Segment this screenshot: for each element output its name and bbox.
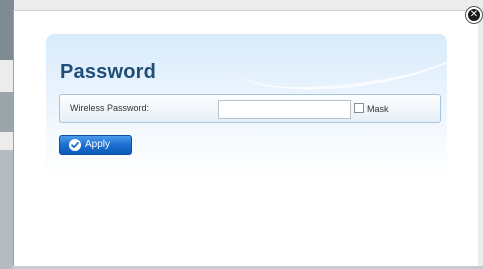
apply-button[interactable]: Apply [59, 135, 132, 155]
checkmark-icon [69, 139, 81, 151]
mask-label: Mask [367, 104, 389, 114]
wireless-password-input[interactable] [218, 100, 351, 119]
mask-checkbox[interactable] [354, 103, 364, 113]
password-panel: Password Wireless Password: Mask Apply [46, 34, 447, 182]
wireless-password-row: Wireless Password: Mask [59, 94, 441, 123]
page-title: Password [60, 61, 157, 83]
password-dialog: ✕ Password Wireless Password: Mask Apply [13, 7, 482, 266]
screen: ✕ Password Wireless Password: Mask Apply [0, 0, 483, 269]
wireless-password-label: Wireless Password: [70, 103, 150, 113]
apply-label: Apply [85, 139, 111, 150]
backdrop-sidebar-strip [0, 150, 14, 269]
backdrop-sidebar-strip [0, 92, 14, 132]
close-icon[interactable]: ✕ [466, 7, 482, 23]
backdrop-sidebar-strip [0, 0, 14, 60]
